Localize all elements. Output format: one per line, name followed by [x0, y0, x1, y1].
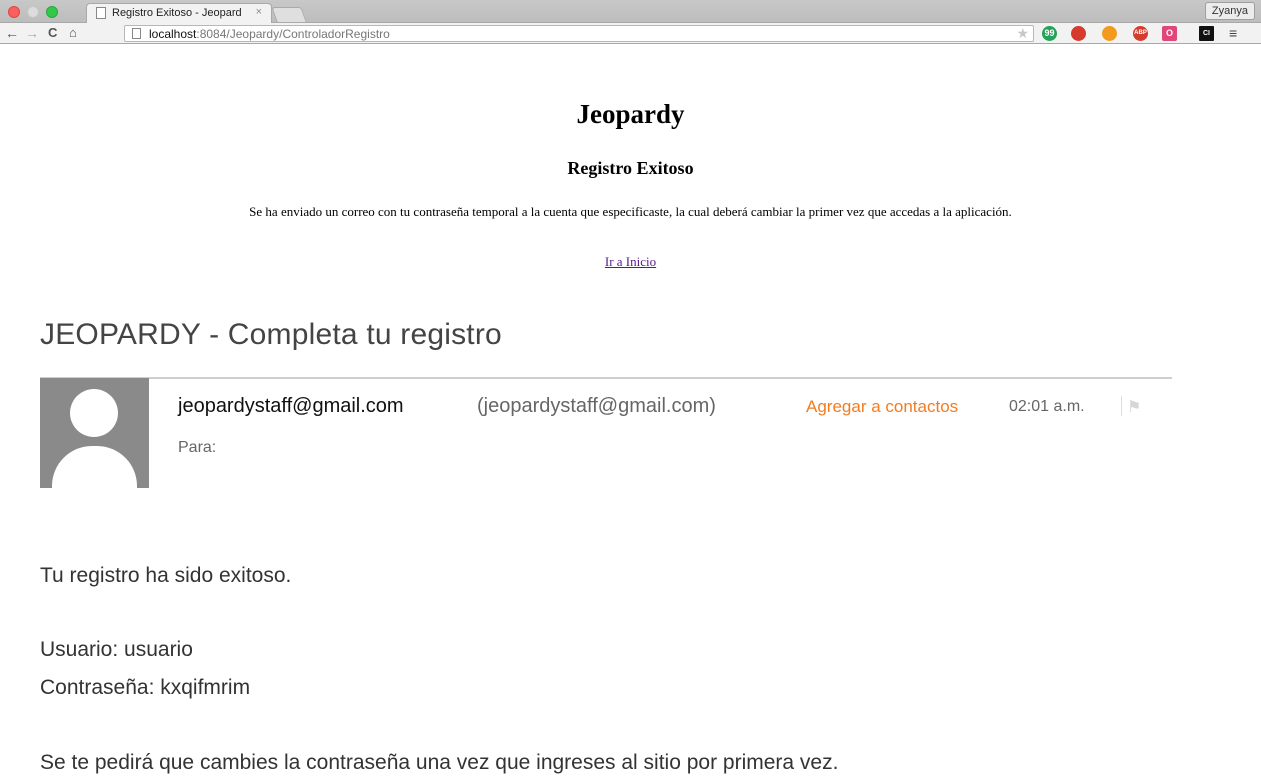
avatar-body-icon — [52, 446, 137, 488]
browser-tab[interactable]: Registro Exitoso - Jeopard × — [86, 3, 272, 23]
opera-icon[interactable]: O — [1162, 26, 1177, 41]
minimize-window-button[interactable] — [27, 6, 39, 18]
hangouts-icon[interactable]: 99 — [1042, 26, 1057, 41]
sender-name[interactable]: jeopardystaff@gmail.com — [178, 395, 404, 418]
reload-icon[interactable]: C — [48, 24, 57, 42]
email-notice: Se te pedirá que cambies la contraseña u… — [40, 751, 839, 774]
address-bar[interactable]: localhost:8084/Jeopardy/ControladorRegis… — [124, 25, 1034, 42]
page-title: Jeopardy — [576, 99, 685, 129]
email-password: Contraseña: kxqifmrim — [40, 676, 251, 699]
stop-icon[interactable] — [1071, 26, 1086, 41]
home-icon[interactable]: ⌂ — [69, 24, 77, 42]
flag-icon[interactable]: ⚑ — [1127, 397, 1141, 417]
back-arrow-icon[interactable]: ← — [5, 24, 19, 42]
page-info-icon[interactable] — [132, 28, 141, 39]
add-contact-link[interactable]: Agregar a contactos — [806, 397, 958, 417]
email-subject: JEOPARDY - Completa tu registro — [40, 318, 502, 351]
maximize-window-button[interactable] — [46, 6, 58, 18]
page-subtitle: Registro Exitoso — [567, 158, 694, 178]
browser-toolbar: ← → C ⌂ localhost:8084/Jeopardy/Controla… — [0, 23, 1261, 44]
bookmark-star-icon[interactable]: ★ — [1016, 25, 1029, 42]
email-body-line: Tu registro ha sido exitoso. — [40, 564, 292, 587]
fox-icon[interactable] — [1102, 26, 1117, 41]
registration-message: Se ha enviado un correo con tu contraseñ… — [249, 204, 1012, 219]
sender-address: (jeopardystaff@gmail.com) — [477, 395, 716, 417]
adblock-icon[interactable]: ABP — [1133, 26, 1148, 41]
new-tab-button[interactable] — [271, 7, 307, 22]
close-window-button[interactable] — [8, 6, 20, 18]
email-timestamp: 02:01 a.m. — [1009, 398, 1085, 415]
home-link-container: Ir a Inicio — [0, 254, 1261, 270]
url-text: localhost:8084/Jeopardy/ControladorRegis… — [149, 27, 390, 41]
page-icon — [96, 7, 106, 19]
tab-title: Registro Exitoso - Jeopard — [112, 7, 242, 19]
avatar — [40, 378, 149, 488]
url-host: localhost — [149, 27, 197, 41]
home-link[interactable]: Ir a Inicio — [605, 254, 656, 269]
email-username: Usuario: usuario — [40, 638, 193, 661]
ci-icon[interactable]: CI — [1199, 26, 1214, 41]
avatar-head-icon — [70, 389, 118, 437]
email-divider — [40, 377, 1172, 379]
flag-separator — [1121, 396, 1122, 416]
forward-arrow-icon[interactable]: → — [25, 24, 39, 42]
menu-icon[interactable]: ≡ — [1229, 25, 1237, 41]
page-content: Jeopardy Registro Exitoso Se ha enviado … — [0, 44, 1261, 779]
url-path: :8084/Jeopardy/ControladorRegistro — [196, 27, 390, 41]
tab-close-icon[interactable]: × — [256, 6, 262, 18]
profile-button[interactable]: Zyanya — [1204, 2, 1255, 20]
to-label: Para: — [178, 439, 217, 456]
